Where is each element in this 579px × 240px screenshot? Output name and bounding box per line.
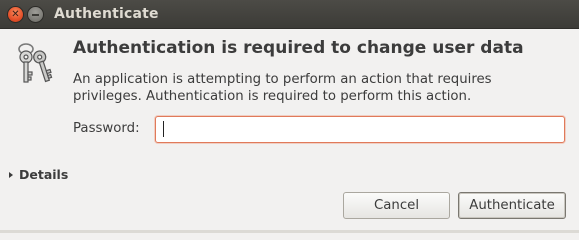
minimize-icon[interactable]: [28, 7, 43, 22]
expander-arrow-icon: [9, 172, 13, 178]
title-bar[interactable]: ✕ Authenticate: [0, 0, 579, 29]
details-expander[interactable]: Details: [9, 167, 68, 182]
close-icon[interactable]: ✕: [8, 7, 23, 22]
details-label: Details: [19, 167, 69, 182]
authenticate-button[interactable]: Authenticate: [458, 192, 566, 219]
keys-icon: [18, 43, 53, 83]
password-field[interactable]: [155, 116, 565, 143]
dialog-heading: Authentication is required to change use…: [73, 38, 524, 58]
authenticate-dialog: ✕ Authenticate Authentication is require…: [0, 0, 579, 233]
window-bottom-edge: [0, 230, 579, 233]
password-label: Password:: [73, 121, 140, 136]
text-caret: [163, 121, 164, 137]
dialog-message: An application is attempting to perform …: [73, 72, 492, 104]
window-title: Authenticate: [54, 6, 159, 22]
cancel-button[interactable]: Cancel: [343, 192, 450, 219]
